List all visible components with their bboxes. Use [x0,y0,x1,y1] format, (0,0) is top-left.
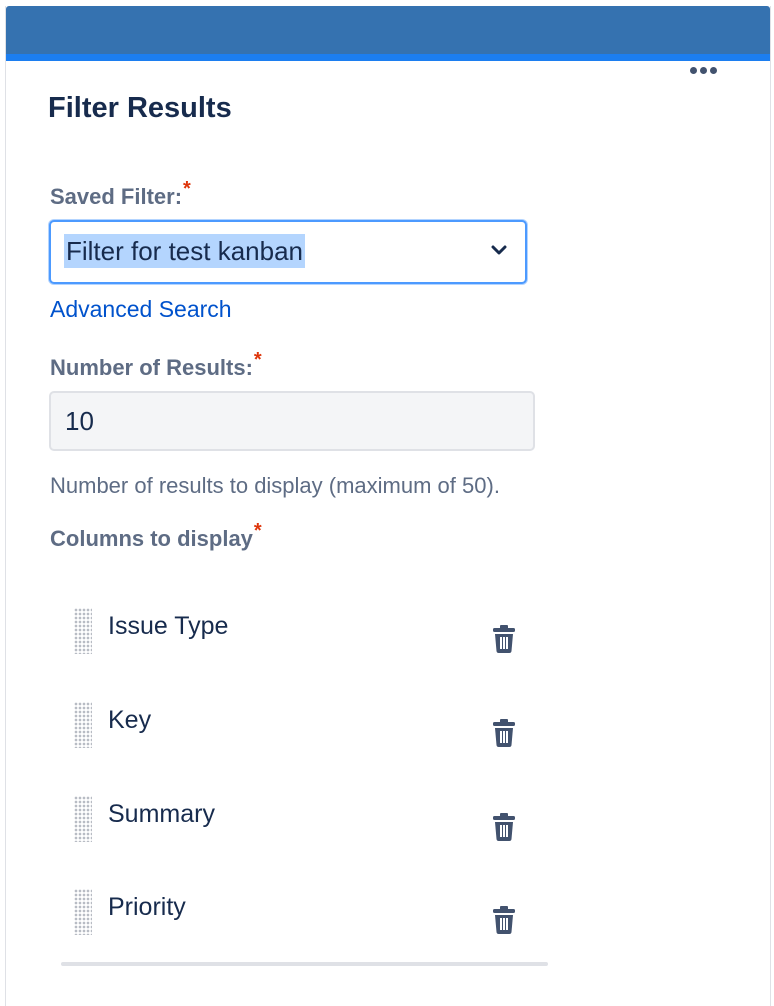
more-options-icon[interactable] [684,60,722,80]
drag-handle-icon[interactable] [74,889,92,935]
trash-icon[interactable] [492,718,516,748]
drag-handle-icon[interactable] [74,796,92,842]
panel-header-accent [6,54,770,61]
column-item-issue-type[interactable]: Issue Type [74,606,534,666]
required-marker: * [183,178,191,200]
trash-icon[interactable] [492,812,516,842]
columns-label: Columns to display* [50,520,262,552]
column-item-label: Issue Type [108,612,229,640]
column-item-summary[interactable]: Summary [74,794,534,854]
column-item-label: Priority [108,893,186,921]
saved-filter-label: Saved Filter:* [50,178,191,210]
saved-filter-label-text: Saved Filter: [50,184,183,209]
column-item-label: Key [108,706,152,734]
number-of-results-label: Number of Results:* [50,349,262,381]
panel-title: Filter Results [48,92,232,124]
saved-filter-select[interactable]: Filter for test kanban [49,220,527,284]
trash-icon[interactable] [492,624,516,654]
panel-header-bar [6,6,770,54]
trash-icon[interactable] [492,905,516,935]
gadget-panel [5,6,771,1006]
columns-label-text: Columns to display [50,526,253,551]
saved-filter-selected-value: Filter for test kanban [64,234,305,268]
column-item-priority[interactable]: Priority [74,887,534,947]
number-of-results-help: Number of results to display (maximum of… [50,473,500,498]
number-of-results-input[interactable] [49,391,535,451]
list-divider [61,962,548,966]
column-item-label: Summary [108,800,215,828]
required-marker: * [253,520,262,542]
drag-handle-icon[interactable] [74,608,92,654]
chevron-down-icon [491,245,507,255]
advanced-search-link[interactable]: Advanced Search [50,296,232,323]
required-marker: * [253,349,262,371]
drag-handle-icon[interactable] [74,702,92,748]
column-item-key[interactable]: Key [74,700,534,760]
number-of-results-label-text: Number of Results: [50,355,253,380]
